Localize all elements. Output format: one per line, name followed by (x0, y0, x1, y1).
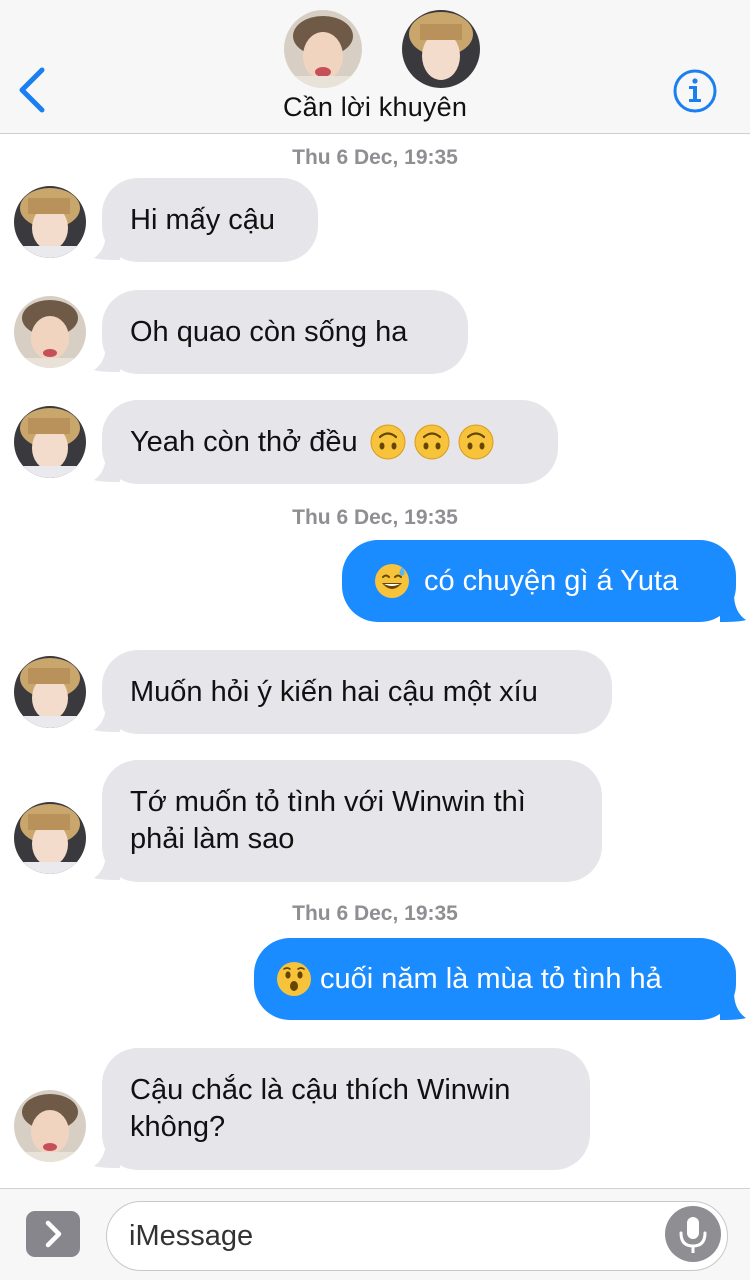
avatar-yuta[interactable] (14, 406, 86, 478)
microphone-icon (679, 1217, 707, 1253)
message-text: Hi mấy cậu (130, 203, 276, 236)
info-circle-icon[interactable] (672, 68, 718, 114)
message-bubble-incoming[interactable]: Oh quao còn sống ha (102, 290, 468, 374)
avatar-yuta[interactable] (14, 656, 86, 728)
message-input-container[interactable] (106, 1201, 728, 1271)
message-text-line: Tớ muốn tỏ tình với Winwin thì (130, 786, 526, 818)
sweat-smile-icon (374, 563, 410, 599)
message-bubble-incoming[interactable]: Hi mấy cậu (102, 178, 318, 262)
upside-down-face-icon (458, 424, 494, 460)
group-avatar-friend[interactable] (284, 10, 362, 88)
timestamp: Thu 6 Dec, 19:35 (292, 146, 458, 169)
message-bubble-incoming[interactable]: Tớ muốn tỏ tình với Winwin thì phải làm … (102, 760, 602, 882)
group-avatar-yuta[interactable] (402, 10, 480, 88)
apps-button[interactable] (26, 1211, 80, 1257)
avatar-friend[interactable] (14, 1090, 86, 1162)
timestamp: Thu 6 Dec, 19:35 (292, 902, 458, 925)
message-input[interactable] (127, 1202, 651, 1270)
avatar-yuta[interactable] (14, 802, 86, 874)
microphone-button[interactable] (665, 1206, 721, 1262)
message-text-line: phải làm sao (130, 823, 295, 855)
message-text: có chuyện gì á Yuta (424, 564, 679, 597)
message-bubble-outgoing[interactable]: cuối năm là mùa tỏ tình hả (254, 938, 736, 1020)
conversation-header: Cần lời khuyên (0, 0, 750, 134)
message-text-line: Cậu chắc là cậu thích Winwin (130, 1074, 511, 1106)
message-text: Oh quao còn sống ha (130, 315, 408, 348)
message-text-line: không? (130, 1111, 226, 1143)
message-text: Muốn hỏi ý kiến hai cậu một xíu (130, 675, 538, 708)
conversation-title: Cần lời khuyên (282, 92, 468, 122)
message-bubble-outgoing[interactable]: có chuyện gì á Yuta (342, 540, 736, 622)
upside-down-face-icon (370, 424, 406, 460)
upside-down-face-icon (414, 424, 450, 460)
message-bubble-incoming[interactable]: Cậu chắc là cậu thích Winwin không? (102, 1048, 590, 1170)
message-bubble-incoming[interactable]: Muốn hỏi ý kiến hai cậu một xíu (102, 650, 612, 734)
avatar-yuta[interactable] (14, 186, 86, 258)
message-composer (0, 1188, 750, 1280)
message-text: Yeah còn thở đều (130, 425, 358, 458)
message-bubble-incoming[interactable]: Yeah còn thở đều (102, 400, 558, 484)
message-text: cuối năm là mùa tỏ tình hả (320, 962, 662, 995)
chevron-right-icon (45, 1220, 62, 1248)
hushed-face-icon (276, 961, 312, 997)
timestamp: Thu 6 Dec, 19:35 (292, 506, 458, 529)
avatar-friend[interactable] (14, 296, 86, 368)
